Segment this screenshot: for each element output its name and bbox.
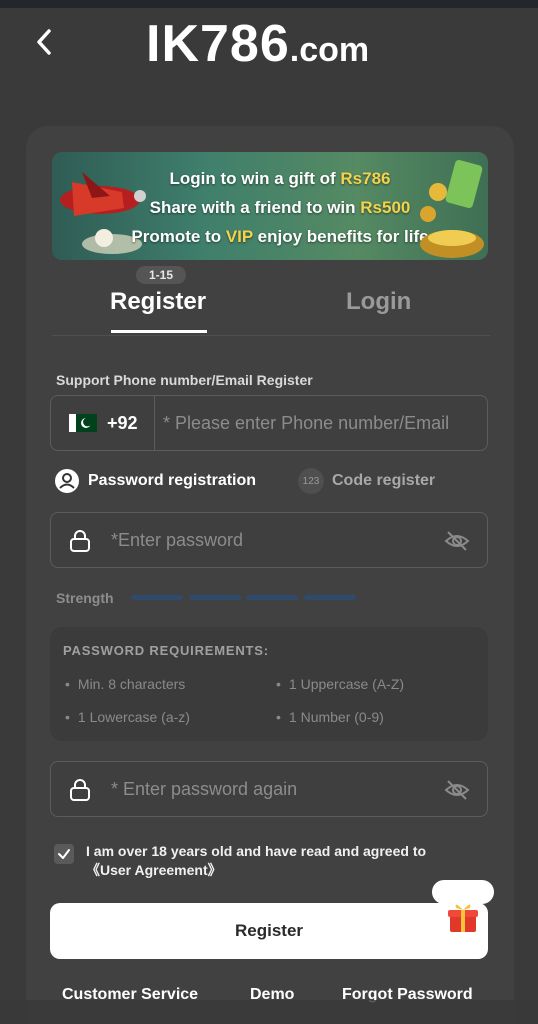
phone-field: +92: [50, 395, 488, 451]
requirements-title: PASSWORD REQUIREMENTS:: [63, 643, 269, 658]
lock-icon: [70, 779, 90, 801]
password-input[interactable]: [111, 513, 431, 567]
tab-login[interactable]: Login: [346, 288, 411, 316]
status-strip: [0, 0, 538, 8]
chevron-left-icon: [37, 29, 51, 55]
strength-bar-3: [246, 595, 298, 600]
country-code-selector[interactable]: +92: [51, 396, 155, 450]
register-button[interactable]: Register: [50, 903, 488, 959]
option-password-registration[interactable]: Password registration: [54, 468, 256, 494]
tab-active-indicator: [111, 330, 207, 333]
confirm-password-input[interactable]: [111, 762, 431, 816]
agreement-statement: I am over 18 years old and have read and…: [86, 843, 427, 859]
option-code-label: Code register: [332, 472, 436, 489]
phone-input[interactable]: [163, 396, 477, 450]
gift-icon[interactable]: [446, 900, 480, 934]
code-123-icon: 123: [298, 468, 324, 494]
strength-bar-1: [131, 595, 183, 600]
user-agreement-link[interactable]: 《User Agreement》: [86, 861, 486, 880]
auth-tabs: 1-15 Register Login: [52, 266, 490, 336]
promo-banner[interactable]: Login to win a gift of Rs786 Share with …: [52, 152, 488, 260]
strength-bar-2: [189, 595, 241, 600]
option-password-label: Password registration: [88, 472, 257, 489]
strength-label: Strength: [56, 590, 114, 606]
pakistan-flag-icon: [69, 414, 97, 432]
checkmark-icon: [58, 849, 70, 859]
confirm-password-field: [50, 761, 488, 817]
option-code-register[interactable]: 123 Code register: [298, 468, 435, 494]
brand-domain: .com: [289, 31, 370, 69]
bottom-bar: [0, 1000, 538, 1024]
eye-off-icon[interactable]: [443, 776, 471, 804]
user-circle-icon: [55, 469, 79, 493]
agreement-text: I am over 18 years old and have read and…: [86, 842, 486, 880]
brand-logo: IK786 .com: [146, 14, 369, 74]
banner-line-3: Promote to VIP enjoy benefits for life: [131, 227, 429, 246]
coin-stack-icon: [420, 160, 484, 258]
header: IK786 .com: [0, 8, 538, 78]
agreement-checkbox[interactable]: [54, 844, 74, 864]
brand-name: IK786: [146, 15, 290, 73]
requirement-uppercase: 1 Uppercase (A-Z): [276, 676, 404, 692]
password-requirements: PASSWORD REQUIREMENTS: Min. 8 characters…: [50, 627, 488, 741]
requirement-min-length: Min. 8 characters: [65, 676, 185, 692]
tab-badge: 1-15: [136, 266, 186, 284]
back-button[interactable]: [30, 22, 58, 62]
eye-off-icon[interactable]: [443, 527, 471, 555]
banner-line-2: Share with a friend to win Rs500: [149, 198, 411, 217]
country-code: +92: [107, 412, 138, 433]
banner-line-1: Login to win a gift of Rs786: [169, 169, 391, 188]
tab-register[interactable]: Register: [110, 288, 206, 316]
phone-label: Support Phone number/Email Register: [56, 372, 313, 388]
requirement-lowercase: 1 Lowercase (a-z): [65, 709, 190, 725]
strength-bar-4: [304, 595, 356, 600]
lock-icon: [70, 530, 90, 552]
requirement-number: 1 Number (0-9): [276, 709, 384, 725]
banner-text: Login to win a gift of Rs786 Share with …: [130, 164, 430, 251]
password-field: [50, 512, 488, 568]
